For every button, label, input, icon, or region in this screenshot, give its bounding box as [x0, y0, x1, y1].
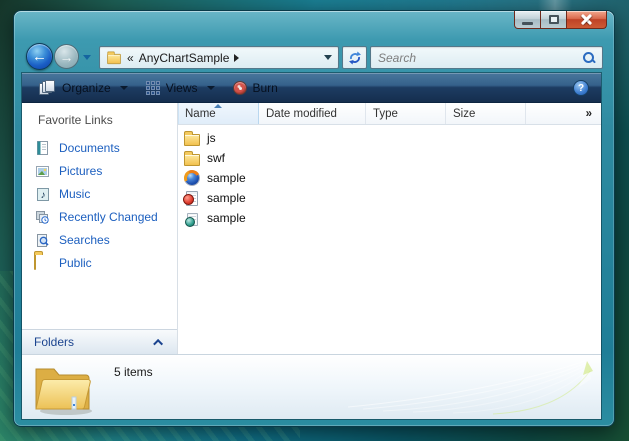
window-content: Organize Views Burn ? — [22, 73, 601, 419]
aurora-swoosh-decoration — [343, 357, 593, 415]
file-row-swf[interactable]: swf — [178, 148, 601, 168]
recent-pages-dropdown[interactable] — [83, 55, 91, 60]
music-icon: ♪ — [34, 186, 51, 202]
more-columns-icon: » — [586, 108, 592, 120]
folders-bar[interactable]: Folders — [22, 329, 177, 354]
close-button[interactable] — [566, 11, 607, 29]
chevron-down-icon — [207, 86, 215, 90]
file-name: sample — [207, 211, 246, 225]
search-input[interactable]: Search — [370, 46, 603, 69]
burn-label: Burn — [253, 81, 278, 95]
address-history-dropdown-icon[interactable] — [324, 55, 332, 60]
sidebar-item-recently-changed[interactable]: Recently Changed — [22, 205, 177, 228]
large-folder-icon — [28, 357, 98, 419]
help-icon: ? — [578, 83, 584, 94]
firefox-html-icon — [184, 170, 200, 186]
views-label: Views — [166, 81, 198, 95]
sidebar-item-documents[interactable]: Documents — [22, 136, 177, 159]
sidebar-item-public[interactable]: Public — [22, 251, 177, 274]
file-rows: js swf sample sample — [178, 125, 601, 228]
column-header-size[interactable]: Size — [446, 103, 526, 124]
search-icon[interactable] — [582, 51, 595, 64]
file-row-sample-html[interactable]: sample — [178, 168, 601, 188]
sidebar-label: Recently Changed — [59, 210, 158, 224]
favorite-links-header: Favorite Links — [22, 103, 177, 136]
sidebar-label: Documents — [59, 141, 120, 155]
column-headers: Name Date modified Type Size — [178, 103, 601, 125]
sidebar-item-searches[interactable]: Searches — [22, 228, 177, 251]
breadcrumb-location[interactable]: AnyChartSample — [139, 51, 230, 65]
column-header-date-modified[interactable]: Date modified — [259, 103, 366, 124]
burn-disc-icon — [233, 81, 247, 95]
minimize-icon — [522, 22, 533, 25]
recently-changed-icon — [34, 209, 51, 225]
public-folder-icon — [34, 255, 51, 271]
breadcrumb-expand-icon[interactable] — [234, 54, 239, 62]
explorer-window: ← → « AnyChartSample Search — [13, 10, 615, 427]
forward-arrow-icon: → — [60, 49, 74, 65]
forward-button[interactable]: → — [54, 44, 79, 69]
refresh-icon — [347, 50, 363, 66]
back-button[interactable]: ← — [26, 43, 53, 70]
sidebar-label: Music — [59, 187, 90, 201]
item-count: 5 items — [114, 365, 153, 379]
folders-label: Folders — [34, 335, 74, 349]
organize-label: Organize — [62, 81, 111, 95]
minimize-button[interactable] — [514, 11, 541, 29]
breadcrumb-chevrons[interactable]: « — [127, 51, 134, 65]
sidebar-label: Searches — [59, 233, 110, 247]
window-controls — [515, 11, 607, 29]
folder-icon — [184, 150, 200, 166]
chevron-up-icon — [153, 338, 163, 348]
refresh-button[interactable] — [342, 46, 367, 69]
folder-icon — [184, 130, 200, 146]
sort-ascending-icon — [214, 104, 222, 108]
search-placeholder: Search — [378, 51, 582, 65]
maximize-button[interactable] — [540, 11, 567, 29]
views-grid-icon — [146, 81, 160, 95]
red-document-icon — [184, 190, 200, 206]
web-document-icon — [184, 210, 200, 226]
file-name: swf — [207, 151, 225, 165]
navigation-pane: Favorite Links Documents Pictures — [22, 103, 178, 354]
file-name: sample — [207, 191, 246, 205]
burn-button[interactable]: Burn — [226, 78, 285, 98]
sidebar-item-music[interactable]: ♪ Music — [22, 182, 177, 205]
sidebar-label: Public — [59, 256, 92, 270]
organize-button[interactable]: Organize — [32, 77, 135, 98]
file-row-js[interactable]: js — [178, 128, 601, 148]
documents-icon — [34, 140, 51, 156]
location-folder-icon — [107, 54, 121, 64]
desktop: ← → « AnyChartSample Search — [0, 0, 629, 441]
column-header-type[interactable]: Type — [366, 103, 446, 124]
sidebar-label: Pictures — [59, 164, 102, 178]
file-name: sample — [207, 171, 246, 185]
more-columns-button[interactable]: » — [567, 103, 601, 124]
file-row-sample-doc[interactable]: sample — [178, 188, 601, 208]
details-pane: 5 items — [22, 354, 601, 419]
file-list-pane: Name Date modified Type Size — [178, 103, 601, 354]
chevron-down-icon — [120, 86, 128, 90]
address-breadcrumb[interactable]: « AnyChartSample — [99, 46, 339, 69]
help-button[interactable]: ? — [573, 80, 589, 96]
searches-icon — [34, 232, 51, 248]
file-name: js — [207, 131, 216, 145]
back-arrow-icon: ← — [32, 48, 47, 65]
file-row-sample-web[interactable]: sample — [178, 208, 601, 228]
command-toolbar: Organize Views Burn ? — [22, 73, 601, 103]
svg-text:♪: ♪ — [40, 190, 45, 201]
views-button[interactable]: Views — [139, 78, 222, 98]
sidebar-item-pictures[interactable]: Pictures — [22, 159, 177, 182]
maximize-icon — [549, 15, 559, 24]
column-header-name[interactable]: Name — [178, 103, 259, 124]
pictures-icon — [34, 163, 51, 179]
organize-icon — [39, 80, 56, 95]
